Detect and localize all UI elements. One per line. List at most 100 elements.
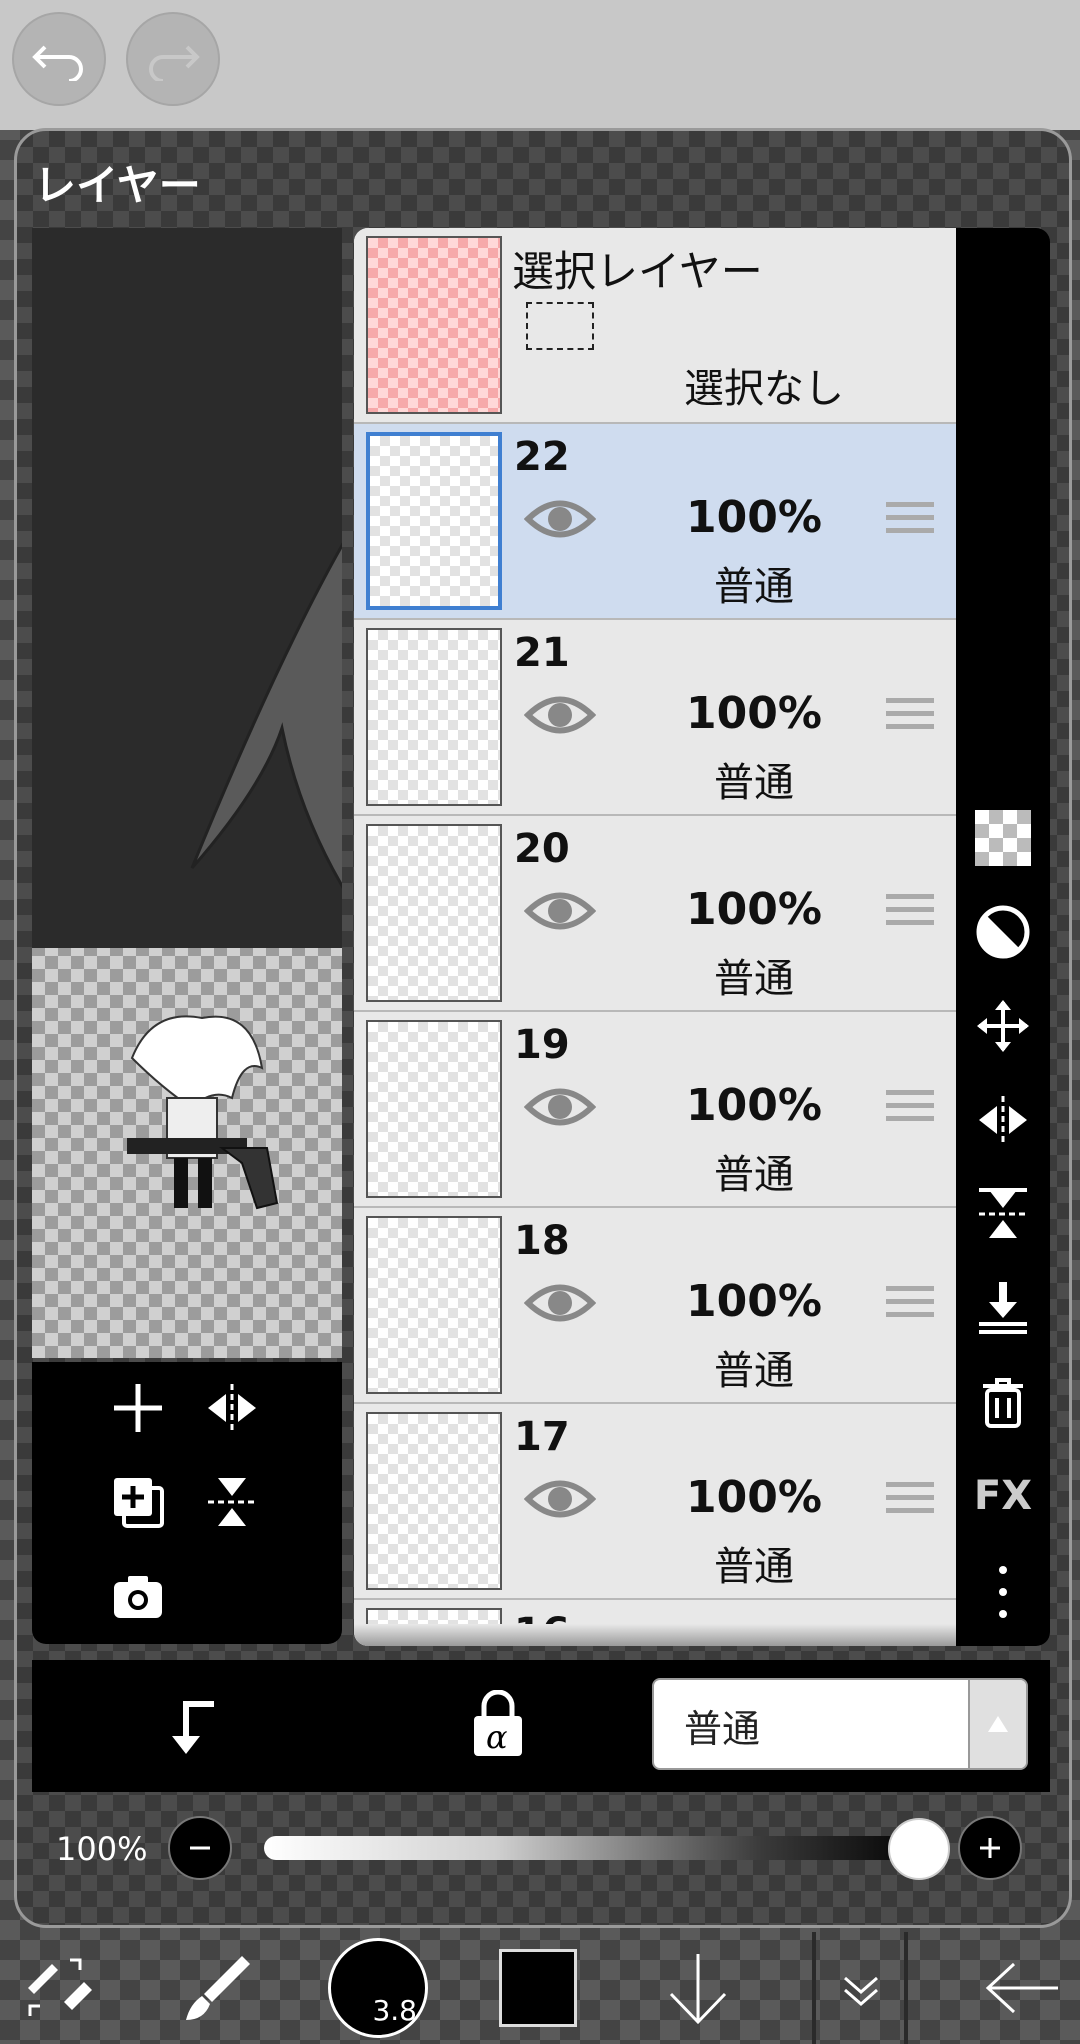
- layer-opacity: 100%: [686, 884, 822, 935]
- more-options-button[interactable]: [973, 1562, 1033, 1622]
- drag-handle-icon[interactable]: [886, 894, 934, 936]
- minus-icon: [190, 1846, 210, 1850]
- layer-thumbnail: [366, 824, 502, 1002]
- layer-side-tools: FX: [956, 228, 1050, 1646]
- selection-marquee-icon: [526, 302, 594, 350]
- add-layer-button[interactable]: [106, 1376, 170, 1440]
- flip-vertical-icon: [979, 1188, 1027, 1238]
- double-chevron-down-icon: [844, 1976, 878, 2006]
- flip-vertical-side-button[interactable]: [973, 1184, 1033, 1244]
- flip-vertical-button[interactable]: [200, 1470, 264, 1534]
- layer-name: 20: [514, 826, 570, 872]
- drag-handle-icon[interactable]: [886, 1286, 934, 1328]
- visibility-toggle[interactable]: [523, 494, 597, 544]
- visibility-toggle[interactable]: [523, 1082, 597, 1132]
- visibility-toggle[interactable]: [523, 1278, 597, 1328]
- drag-handle-icon[interactable]: [886, 1090, 934, 1132]
- arrow-down-icon: [669, 1954, 727, 2025]
- layer-row[interactable]: 22 100% 普通: [354, 424, 956, 620]
- more-vertical-icon: [999, 1566, 1007, 1618]
- drag-handle-icon[interactable]: [886, 502, 934, 544]
- move-button[interactable]: [973, 996, 1033, 1056]
- layer-row[interactable]: 21 100% 普通: [354, 620, 956, 816]
- flip-horizontal-side-button[interactable]: [973, 1090, 1033, 1150]
- layer-opacity: 100%: [686, 1472, 822, 1523]
- alpha-lock-button[interactable]: α: [466, 1689, 530, 1760]
- eye-icon: [523, 500, 597, 538]
- brush-size-circle: 3.8: [328, 1938, 428, 2038]
- layer-row[interactable]: 17 100% 普通: [354, 1404, 956, 1600]
- opacity-decrease-button[interactable]: [168, 1816, 232, 1880]
- toolbar-separator: [904, 1932, 908, 2044]
- selection-layer-thumbnail: [366, 236, 502, 414]
- layer-row[interactable]: 19 100% 普通: [354, 1012, 956, 1208]
- preview-dark-region: [32, 228, 342, 948]
- layer-blend-mode: 普通: [714, 1152, 794, 1198]
- camera-button[interactable]: [106, 1564, 170, 1628]
- clipping-button[interactable]: [162, 1696, 226, 1760]
- layer-opacity: 100%: [686, 1276, 822, 1327]
- transparency-lock-button[interactable]: [973, 808, 1033, 868]
- visibility-toggle[interactable]: [523, 1474, 597, 1524]
- checkerboard-icon: [975, 810, 1031, 866]
- layer-down-button[interactable]: [650, 1932, 746, 2044]
- layer-opacity: 100%: [686, 492, 822, 543]
- drag-handle-icon[interactable]: [886, 698, 934, 740]
- half-circle-icon: [976, 905, 1030, 959]
- collapse-button[interactable]: [818, 1932, 904, 2044]
- brush-icon: [186, 1956, 250, 2020]
- back-button[interactable]: [982, 1932, 1062, 2044]
- flip-vertical-icon: [208, 1478, 256, 1526]
- top-bar: [0, 0, 1080, 130]
- layer-name: 22: [514, 434, 570, 480]
- opacity-increase-button[interactable]: [958, 1816, 1022, 1880]
- delete-layer-button[interactable]: [973, 1372, 1033, 1432]
- layer-thumbnail: [366, 628, 502, 806]
- layer-list[interactable]: 選択レイヤー 選択なし 22 100% 普通 21 100% 普通 20 100% 普通 19 10…: [354, 228, 956, 1646]
- pen-eraser-swap-icon: [28, 1958, 92, 2016]
- selection-status: 選択なし: [684, 366, 844, 412]
- preview-tools: [32, 1362, 342, 1644]
- plus-icon: [980, 1838, 1000, 1858]
- opacity-slider-knob[interactable]: [888, 1818, 950, 1880]
- drag-handle-icon[interactable]: [886, 1482, 934, 1524]
- layer-name: 17: [514, 1414, 570, 1460]
- flip-horizontal-button[interactable]: [200, 1376, 264, 1440]
- merge-down-button[interactable]: [973, 1278, 1033, 1338]
- tool-swap-button[interactable]: [10, 1932, 106, 2044]
- canvas-preview[interactable]: [32, 228, 342, 1358]
- layer-opacity: 100%: [686, 688, 822, 739]
- redo-button[interactable]: [126, 12, 220, 106]
- list-fade: [354, 1624, 956, 1646]
- layer-blend-mode: 普通: [714, 956, 794, 1002]
- selection-layer-row[interactable]: 選択レイヤー 選択なし: [354, 228, 956, 424]
- visibility-toggle[interactable]: [523, 886, 597, 936]
- layer-thumbnail: [366, 432, 502, 610]
- blend-mode-select[interactable]: 普通: [652, 1678, 1028, 1770]
- color-button[interactable]: [490, 1932, 586, 2044]
- flip-horizontal-icon: [979, 1096, 1027, 1144]
- fx-button[interactable]: FX: [973, 1466, 1033, 1526]
- layer-blend-mode: 普通: [714, 760, 794, 806]
- brush-size-button[interactable]: 3.8: [326, 1932, 430, 2044]
- invert-button[interactable]: [973, 902, 1033, 962]
- layer-opacity: 100%: [686, 1080, 822, 1131]
- arrow-left-icon: [985, 1962, 1058, 2014]
- layer-thumbnail: [366, 1216, 502, 1394]
- layer-name: 21: [514, 630, 570, 676]
- layer-thumbnail: [366, 1020, 502, 1198]
- blend-mode-arrow: [968, 1680, 1026, 1768]
- undo-icon: [32, 45, 83, 81]
- visibility-toggle[interactable]: [523, 690, 597, 740]
- preview-shape: [190, 542, 342, 889]
- eye-icon: [523, 1284, 597, 1322]
- eye-icon: [523, 696, 597, 734]
- layer-blend-mode: 普通: [714, 564, 794, 610]
- undo-button[interactable]: [12, 12, 106, 106]
- layer-row[interactable]: 20 100% 普通: [354, 816, 956, 1012]
- alpha-symbol: α: [486, 1718, 508, 1756]
- layer-row[interactable]: 18 100% 普通: [354, 1208, 956, 1404]
- opacity-slider-track[interactable]: [264, 1836, 928, 1860]
- brush-tool-button[interactable]: [168, 1932, 264, 2044]
- duplicate-layer-button[interactable]: [106, 1470, 170, 1534]
